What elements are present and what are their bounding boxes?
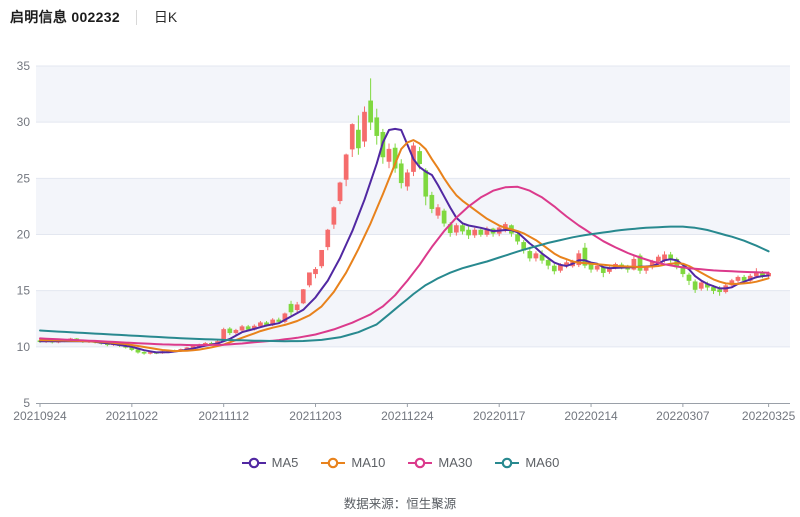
- y-tick-label: 15: [17, 284, 31, 298]
- candle: [362, 106, 366, 146]
- legend-label: MA60: [525, 455, 559, 470]
- legend-item-ma30[interactable]: MA30: [407, 455, 472, 470]
- legend-item-ma5[interactable]: MA5: [241, 455, 299, 470]
- y-tick-label: 20: [17, 228, 31, 242]
- x-tick-label: 20220117: [473, 409, 526, 423]
- x-tick-label: 20211022: [106, 409, 159, 423]
- x-tick-label: 20210924: [13, 409, 67, 423]
- legend-item-ma10[interactable]: MA10: [320, 455, 385, 470]
- candle: [338, 182, 342, 204]
- legend-label: MA30: [438, 455, 472, 470]
- legend-marker-icon: [494, 457, 520, 469]
- x-tick-label: 20211203: [289, 409, 342, 423]
- x-tick-label: 20211112: [198, 409, 249, 423]
- legend-label: MA5: [272, 455, 299, 470]
- x-tick-label: 20220307: [656, 409, 710, 423]
- y-tick-label: 25: [17, 171, 31, 185]
- x-tick-label: 20220214: [564, 409, 618, 423]
- legend-marker-icon: [407, 457, 433, 469]
- candle: [307, 273, 311, 288]
- candle: [326, 229, 330, 250]
- candle: [301, 289, 305, 304]
- candle: [320, 250, 324, 268]
- candlestick-plot-area[interactable]: 5 10 15 20 25 30 35 20210924 20211022 20211112 202…: [0, 0, 800, 517]
- x-tick-label: 20211224: [381, 409, 434, 423]
- legend-marker-icon: [320, 457, 346, 469]
- legend-label: MA10: [351, 455, 385, 470]
- data-source-caption: 数据来源：恒生聚源: [344, 497, 457, 511]
- legend-item-ma60[interactable]: MA60: [494, 455, 559, 470]
- x-axis: [36, 403, 790, 407]
- x-tick-label: 20220325: [742, 409, 796, 423]
- y-tick-label: 5: [23, 396, 30, 410]
- y-tick-label: 35: [17, 59, 31, 73]
- kline-chart-panel: 启明信息 002232 日K 5101520253035202109242021…: [0, 0, 800, 517]
- legend-marker-icon: [241, 457, 267, 469]
- y-tick-label: 10: [17, 340, 31, 354]
- source-caption-row: 数据来源：恒生聚源: [0, 493, 800, 513]
- chart-legend: MA5 MA10 MA30 MA60: [0, 455, 800, 470]
- y-tick-label: 30: [17, 115, 31, 129]
